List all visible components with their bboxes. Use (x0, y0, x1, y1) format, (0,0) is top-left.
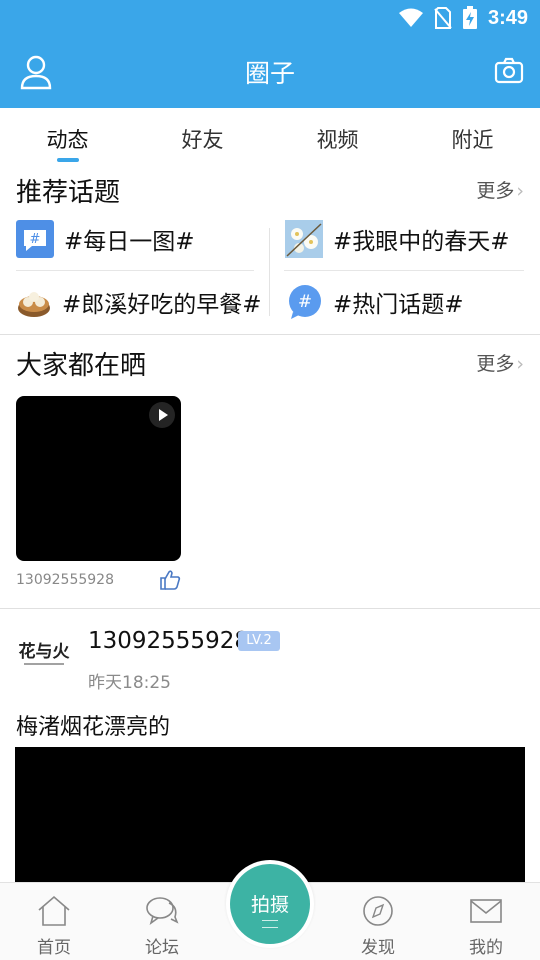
topic-label: #郎溪好吃的早餐# (62, 292, 262, 318)
video-thumbnail[interactable] (16, 396, 181, 561)
recommended-topics-header: 推荐话题 更多 › (16, 172, 524, 208)
status-icons: 3:49 (398, 4, 528, 32)
page-title: 圈子 (244, 59, 295, 88)
thumbs-up-icon[interactable] (159, 569, 181, 591)
app-header: 圈子 (0, 36, 540, 108)
more-showcase-link[interactable]: 更多 › (476, 349, 524, 376)
video-username: 13092555928 (16, 572, 114, 588)
home-icon (38, 895, 70, 926)
avatar[interactable]: 花与火 (16, 633, 72, 671)
more-topics-link[interactable]: 更多 › (476, 176, 524, 203)
shoot-button[interactable]: 拍摄 (226, 860, 314, 948)
avatar-text: 花与火 (19, 641, 71, 662)
topic-label: #我眼中的春天# (333, 229, 510, 255)
wifi-icon (398, 8, 423, 27)
topic-hot[interactable]: # #热门话题# (287, 284, 464, 320)
showcase-header: 大家都在晒 更多 › (16, 345, 524, 381)
section-title-showcase: 大家都在晒 (16, 351, 147, 381)
dumplings-thumbnail (18, 292, 50, 317)
topic-spring[interactable]: #我眼中的春天# (285, 220, 510, 258)
menu-lines-icon (262, 920, 278, 928)
divider (284, 270, 524, 271)
shoot-label: 拍摄 (250, 894, 289, 916)
mail-icon (470, 899, 502, 923)
section-title-recommended: 推荐话题 (16, 178, 121, 208)
hashtag-square-icon: # (16, 220, 54, 258)
tab-friends[interactable]: 好友 (135, 108, 270, 164)
chevron-right-icon: › (516, 180, 524, 202)
divider (16, 270, 254, 271)
topic-label: #每日一图# (64, 229, 195, 255)
flowers-thumbnail (285, 220, 323, 258)
post-text: 梅渚烟花漂亮的 (16, 715, 171, 740)
status-bar: 3:49 (0, 0, 540, 36)
more-label: 更多 (476, 180, 515, 202)
svg-text:#: # (30, 232, 41, 247)
post-timestamp: 昨天18:25 (88, 673, 171, 693)
topics-grid: # #每日一图# #我眼中的春天# #郎溪好吃的早餐# # #热门话题# (0, 212, 540, 332)
no-sim-icon (434, 7, 452, 29)
camera-icon[interactable] (494, 56, 524, 86)
topic-breakfast[interactable]: #郎溪好吃的早餐# (16, 284, 262, 320)
divider (269, 228, 270, 316)
nav-mine[interactable]: 我的 (441, 883, 531, 960)
nav-label: 我的 (469, 938, 503, 958)
chat-bubble-icon (146, 897, 179, 925)
compass-icon (363, 896, 393, 926)
section-divider (0, 608, 540, 609)
nav-label: 发现 (361, 938, 395, 958)
svg-text:#: # (298, 292, 312, 312)
tab-bar: 动态 好友 视频 附近 (0, 108, 540, 164)
topic-daily-picture[interactable]: # #每日一图# (16, 220, 195, 258)
play-icon (159, 409, 168, 421)
post-username[interactable]: 13092555928 (88, 628, 249, 654)
level-badge: LV.2 (238, 631, 280, 651)
nav-home[interactable]: 首页 (9, 883, 99, 960)
nav-label: 首页 (37, 938, 71, 958)
status-time: 3:49 (487, 6, 528, 29)
more-label: 更多 (476, 353, 515, 375)
hashtag-bubble-icon: # (289, 285, 321, 319)
tab-video[interactable]: 视频 (270, 108, 405, 164)
tab-nearby[interactable]: 附近 (405, 108, 540, 164)
battery-charging-icon (462, 6, 477, 29)
nav-discover[interactable]: 发现 (333, 883, 423, 960)
nav-forum[interactable]: 论坛 (117, 883, 207, 960)
play-button[interactable] (149, 402, 175, 428)
section-divider (0, 334, 540, 335)
nav-label: 论坛 (145, 938, 179, 958)
chevron-right-icon: › (516, 353, 524, 375)
topic-label: #热门话题# (333, 292, 464, 318)
shoot-button-circle: 拍摄 (230, 864, 310, 944)
tab-moments[interactable]: 动态 (0, 108, 135, 164)
